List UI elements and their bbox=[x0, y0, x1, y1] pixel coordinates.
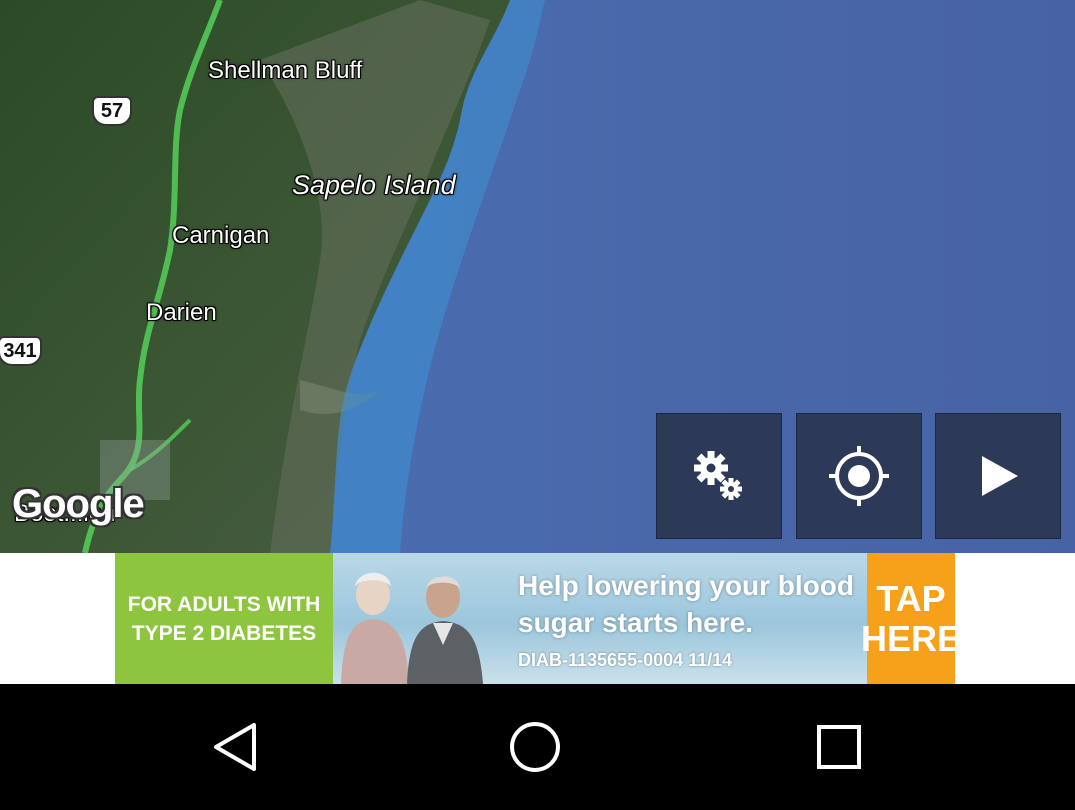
google-logo: Google bbox=[12, 482, 145, 526]
ad-banner[interactable]: FOR ADULTS WITH TYPE 2 DIABETES Help low… bbox=[115, 553, 955, 684]
route-shield: 341 bbox=[0, 336, 42, 366]
place-label: Darien bbox=[146, 299, 217, 326]
recents-icon bbox=[817, 725, 861, 769]
ad-code: DIAB-1135655-0004 11/14 bbox=[518, 650, 733, 670]
home-icon bbox=[510, 722, 560, 772]
place-label: Sapelo Island bbox=[292, 170, 456, 200]
place-label: Shellman Bluff bbox=[208, 57, 363, 84]
back-button[interactable] bbox=[195, 709, 275, 785]
my-location-icon bbox=[829, 446, 889, 506]
ad-photo-area: Help lowering your blood sugar starts he… bbox=[333, 553, 873, 684]
settings-button[interactable] bbox=[656, 413, 782, 539]
place-label: Carnigan bbox=[172, 222, 270, 249]
ad-headline: Help lowering your blood sugar starts he… bbox=[518, 570, 854, 638]
ad-left-text: FOR ADULTS WITH TYPE 2 DIABETES bbox=[115, 553, 333, 684]
route-shield: 57 bbox=[92, 96, 132, 126]
play-button[interactable] bbox=[935, 413, 1061, 539]
my-location-button[interactable] bbox=[796, 413, 922, 539]
recents-button[interactable] bbox=[799, 709, 879, 785]
play-icon bbox=[982, 456, 1018, 496]
couple-photo bbox=[341, 572, 483, 684]
ad-cta[interactable]: TAP HERE bbox=[861, 553, 955, 684]
system-nav-bar bbox=[0, 684, 1075, 810]
home-button[interactable] bbox=[495, 709, 575, 785]
map-view[interactable]: Shellman Bluff Sapelo Island Carnigan Da… bbox=[0, 0, 1075, 553]
back-icon bbox=[214, 723, 256, 771]
settings-gears-icon bbox=[694, 451, 742, 500]
